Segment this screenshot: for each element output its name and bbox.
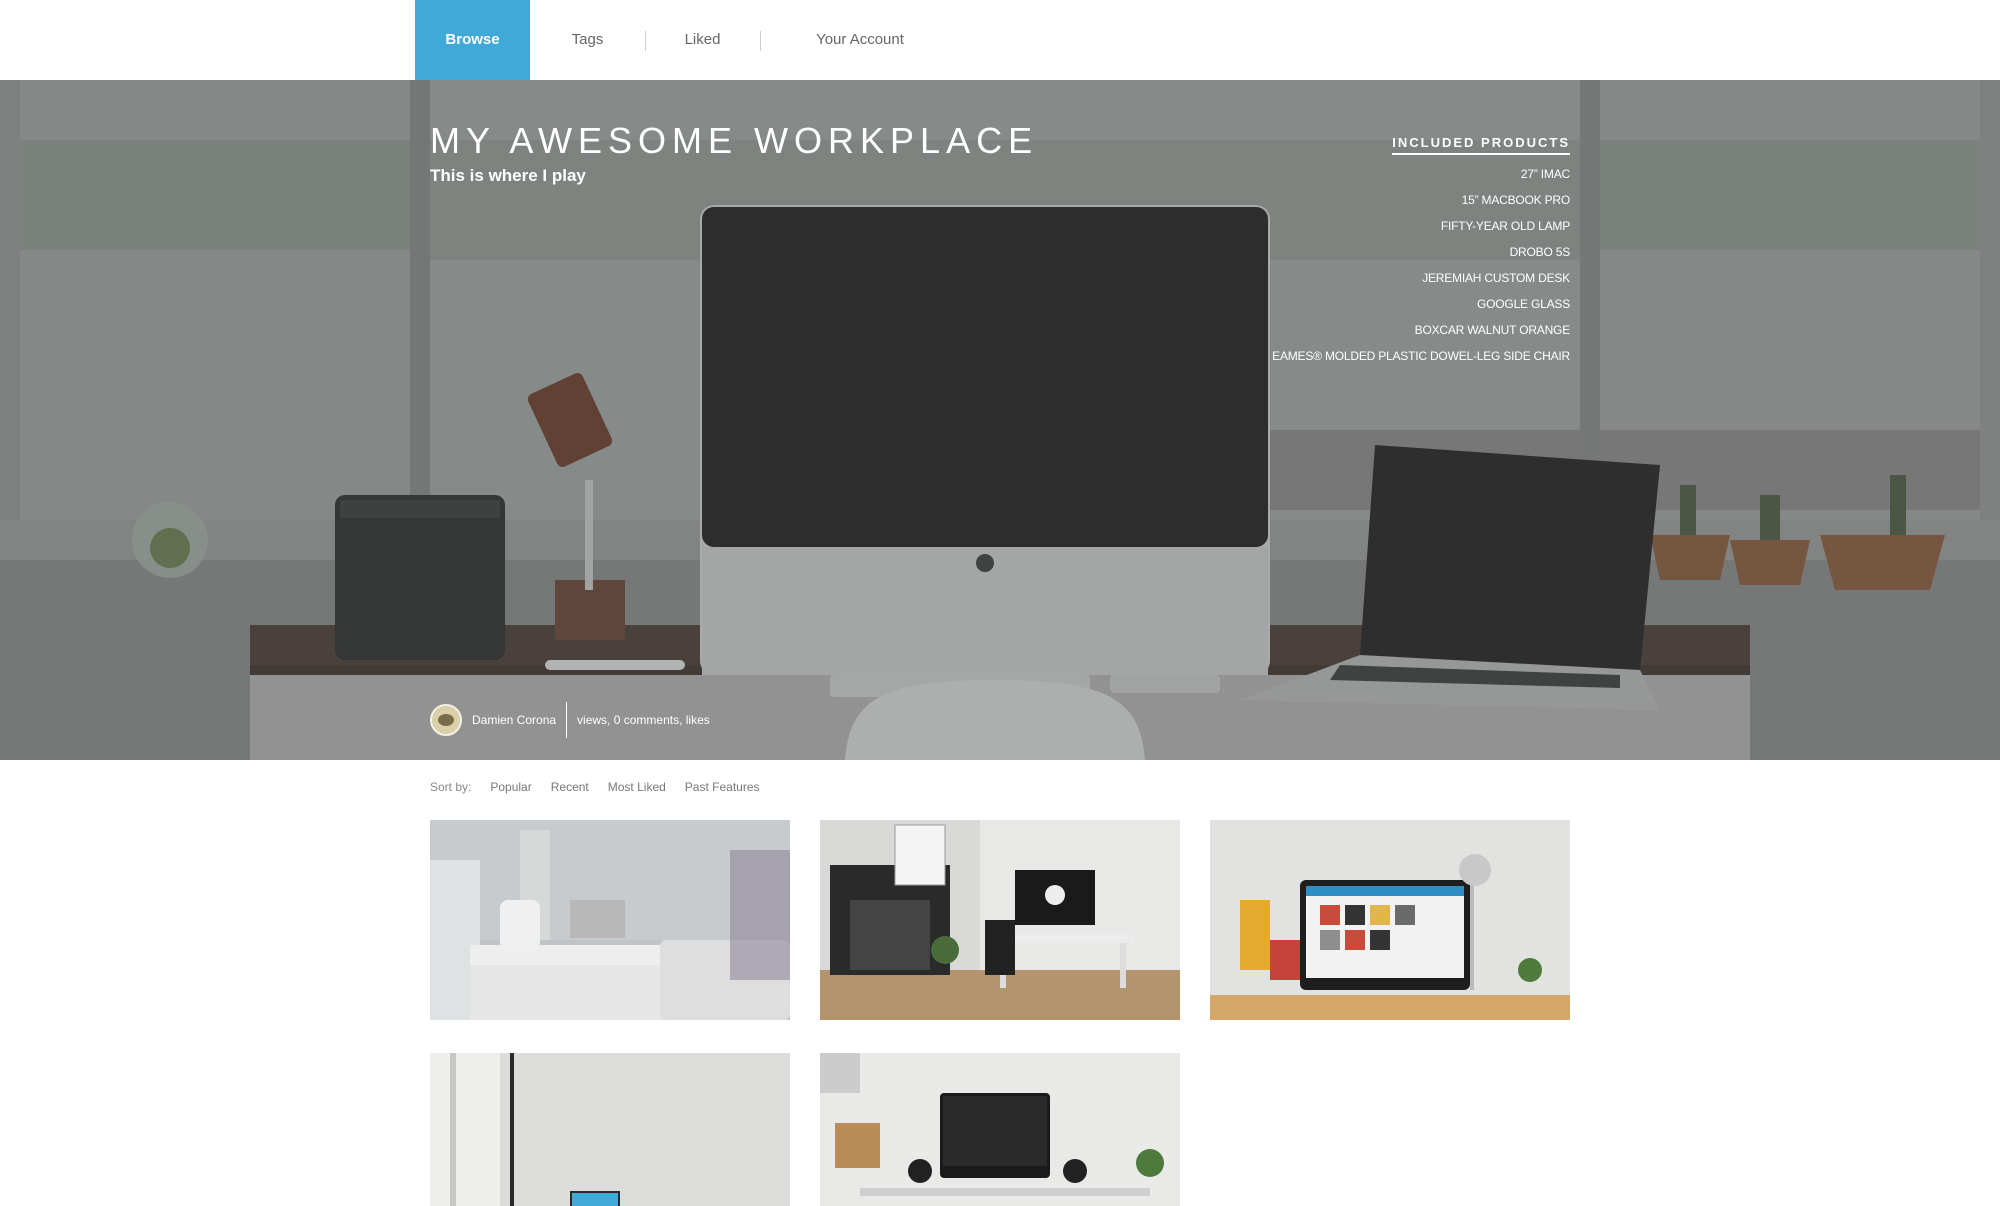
- top-nav: Browse Tags Liked Your Account: [0, 0, 2000, 80]
- product-item[interactable]: GOOGLE GLASS: [1272, 297, 1570, 311]
- workspace-thumbnail[interactable]: [820, 1053, 1180, 1206]
- nav-liked[interactable]: Liked: [645, 0, 760, 80]
- workspace-thumbnail[interactable]: [430, 1053, 790, 1206]
- workspace-thumbnail[interactable]: [1210, 820, 1570, 1020]
- product-item[interactable]: EAMES® MOLDED PLASTIC DOWEL-LEG SIDE CHA…: [1272, 349, 1570, 363]
- feature-stats: views, 0 comments, likes: [577, 713, 710, 727]
- sort-popular[interactable]: Popular: [490, 780, 531, 794]
- sort-recent[interactable]: Recent: [551, 780, 589, 794]
- product-item[interactable]: 27” IMAC: [1272, 167, 1570, 181]
- nav-tags[interactable]: Tags: [530, 0, 645, 80]
- nav-browse[interactable]: Browse: [415, 0, 530, 80]
- workspace-photo: [820, 1053, 1180, 1206]
- included-products: INCLUDED PRODUCTS 27” IMAC 15” MACBOOK P…: [1272, 134, 1570, 363]
- sort-bar: Sort by: Popular Recent Most Liked Past …: [430, 780, 760, 794]
- author-divider: [566, 702, 568, 738]
- workspace-photo: [430, 1053, 790, 1206]
- featured-photo: [0, 80, 2000, 760]
- sort-label: Sort by:: [430, 780, 472, 794]
- workspace-photo: [430, 820, 790, 1020]
- product-item[interactable]: BOXCAR WALNUT ORANGE: [1272, 323, 1571, 337]
- product-item[interactable]: FIFTY-YEAR OLD LAMP: [1272, 219, 1570, 233]
- workspace-photo: [1210, 820, 1570, 1020]
- author-name[interactable]: Damien Corona: [472, 713, 556, 727]
- products-heading: INCLUDED PRODUCTS: [1392, 135, 1570, 155]
- featured-workspace[interactable]: MY AWESOME WORKPLACE This is where I pla…: [0, 80, 2000, 760]
- feature-title: MY AWESOME WORKPLACE: [430, 120, 1039, 161]
- workspace-thumbnail[interactable]: [430, 820, 790, 1020]
- sort-past-features[interactable]: Past Features: [685, 780, 760, 794]
- nav-your-account[interactable]: Your Account: [760, 0, 960, 80]
- author-info: Damien Corona views, 0 comments, likes: [430, 702, 710, 738]
- sort-most-liked[interactable]: Most Liked: [608, 780, 666, 794]
- workspace-photo: [820, 820, 1180, 1020]
- product-item[interactable]: DROBO 5S: [1272, 245, 1571, 259]
- feature-subtitle: This is where I play: [430, 166, 586, 185]
- workspace-thumbnail[interactable]: [820, 820, 1180, 1020]
- product-item[interactable]: JEREMIAH CUSTOM DESK: [1272, 271, 1570, 285]
- avatar-icon[interactable]: [430, 704, 462, 736]
- product-item[interactable]: 15” MACBOOK PRO: [1272, 193, 1571, 207]
